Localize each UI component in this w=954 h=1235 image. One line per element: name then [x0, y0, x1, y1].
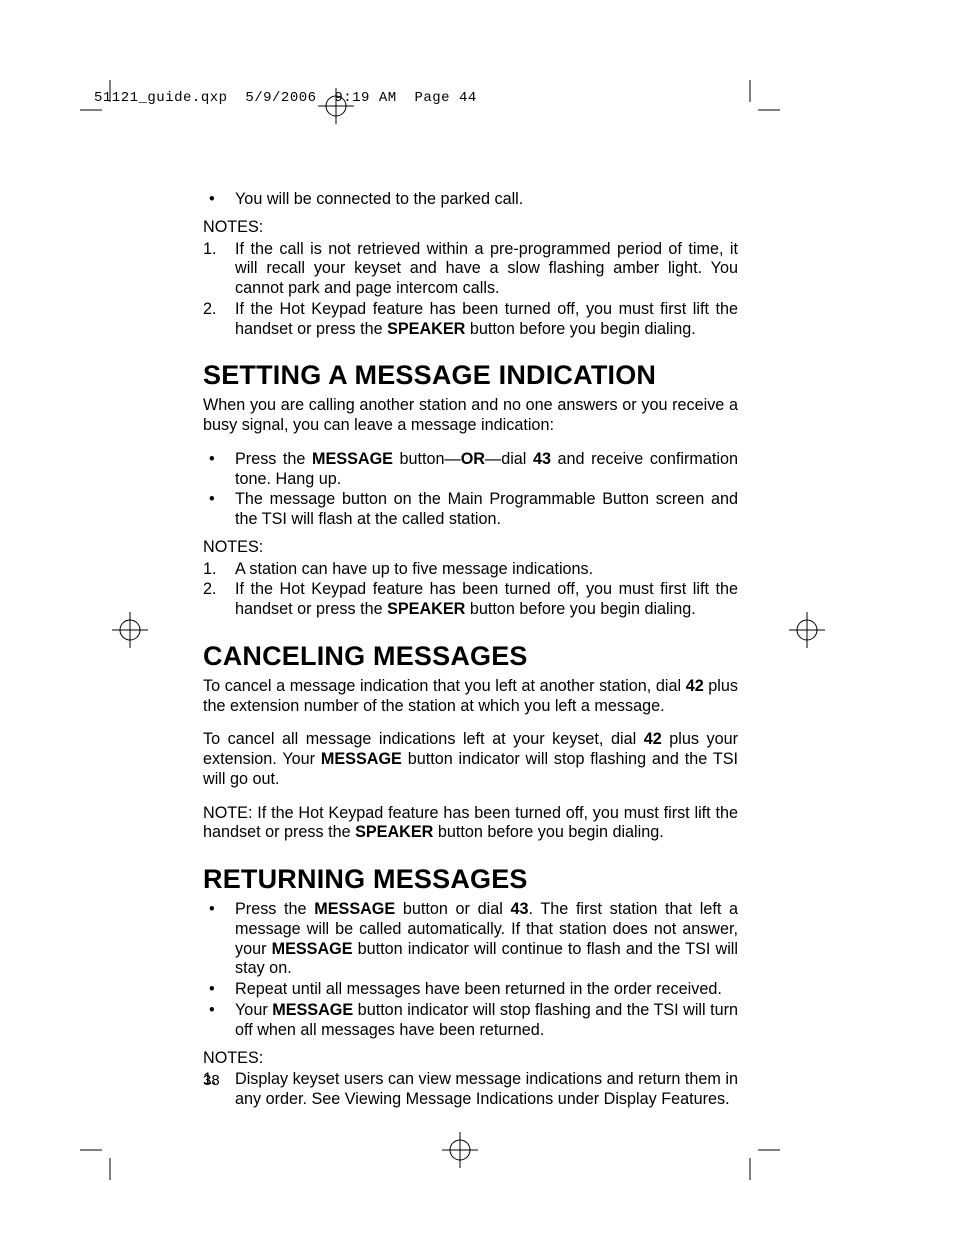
body-text: • You will be connected to the parked ca…	[203, 190, 738, 1118]
bullet-icon: •	[203, 1001, 235, 1021]
list-item: • The message button on the Main Program…	[203, 490, 738, 530]
crop-mark-tr	[720, 80, 780, 140]
heading-setting-message-indication: SETTING A MESSAGE INDICATION	[203, 359, 738, 392]
sec3-bullet-list: • Press the MESSAGE button or dial 43. T…	[203, 900, 738, 1040]
list-item-text: If the Hot Keypad feature has been turne…	[235, 300, 738, 340]
page-number: 38	[203, 1072, 220, 1089]
registration-mark-bottom	[440, 1130, 480, 1170]
crop-mark-bl	[80, 1120, 140, 1180]
list-item-text: The message button on the Main Programma…	[235, 490, 738, 530]
notes-label: NOTES:	[203, 538, 738, 558]
list-item-text: Repeat until all messages have been retu…	[235, 980, 738, 1000]
list-number: 2.	[203, 580, 235, 600]
list-item: 1. A station can have up to five message…	[203, 560, 738, 580]
bullet-icon: •	[203, 490, 235, 510]
list-item: • Repeat until all messages have been re…	[203, 980, 738, 1000]
list-item-text: You will be connected to the parked call…	[235, 190, 738, 210]
paragraph: When you are calling another station and…	[203, 396, 738, 436]
paragraph: To cancel all message indications left a…	[203, 730, 738, 789]
sec1-bullet-list: • Press the MESSAGE button—OR—dial 43 an…	[203, 450, 738, 530]
list-item-text: A station can have up to five message in…	[235, 560, 738, 580]
paragraph-note: NOTE: If the Hot Keypad feature has been…	[203, 804, 738, 844]
list-item: • You will be connected to the parked ca…	[203, 190, 738, 210]
list-item-text: Press the MESSAGE button—OR—dial 43 and …	[235, 450, 738, 490]
bullet-icon: •	[203, 450, 235, 470]
list-number: 1.	[203, 240, 235, 260]
notes-label: NOTES:	[203, 218, 738, 238]
intro-notes-list: 1. If the call is not retrieved within a…	[203, 240, 738, 340]
list-item-text: Your MESSAGE button indicator will stop …	[235, 1001, 738, 1041]
bullet-icon: •	[203, 190, 235, 210]
bullet-icon: •	[203, 900, 235, 920]
list-item: • Your MESSAGE button indicator will sto…	[203, 1001, 738, 1041]
document-page: 51121_guide.qxp 5/9/2006 9:19 AM Page 44…	[0, 0, 954, 1235]
crop-mark-tl	[80, 80, 140, 140]
list-item: 1. If the call is not retrieved within a…	[203, 240, 738, 299]
list-item: • Press the MESSAGE button—OR—dial 43 an…	[203, 450, 738, 490]
heading-returning-messages: RETURNING MESSAGES	[203, 863, 738, 896]
slug-line: 51121_guide.qxp 5/9/2006 9:19 AM Page 44	[94, 90, 477, 106]
registration-mark-left	[110, 610, 150, 650]
list-item: 1. Display keyset users can view message…	[203, 1070, 738, 1110]
paragraph: To cancel a message indication that you …	[203, 677, 738, 717]
registration-mark-right	[787, 610, 827, 650]
list-item-text: Display keyset users can view message in…	[235, 1070, 738, 1110]
notes-label: NOTES:	[203, 1049, 738, 1069]
intro-bullet-list: • You will be connected to the parked ca…	[203, 190, 738, 210]
crop-mark-br	[720, 1120, 780, 1180]
list-item-text: If the Hot Keypad feature has been turne…	[235, 580, 738, 620]
list-item-text: Press the MESSAGE button or dial 43. The…	[235, 900, 738, 979]
list-item: • Press the MESSAGE button or dial 43. T…	[203, 900, 738, 979]
sec3-notes-list: 1. Display keyset users can view message…	[203, 1070, 738, 1110]
heading-canceling-messages: CANCELING MESSAGES	[203, 640, 738, 673]
list-item: 2. If the Hot Keypad feature has been tu…	[203, 300, 738, 340]
list-number: 2.	[203, 300, 235, 320]
list-item-text: If the call is not retrieved within a pr…	[235, 240, 738, 299]
sec1-notes-list: 1. A station can have up to five message…	[203, 560, 738, 620]
list-number: 1.	[203, 560, 235, 580]
list-item: 2. If the Hot Keypad feature has been tu…	[203, 580, 738, 620]
bullet-icon: •	[203, 980, 235, 1000]
